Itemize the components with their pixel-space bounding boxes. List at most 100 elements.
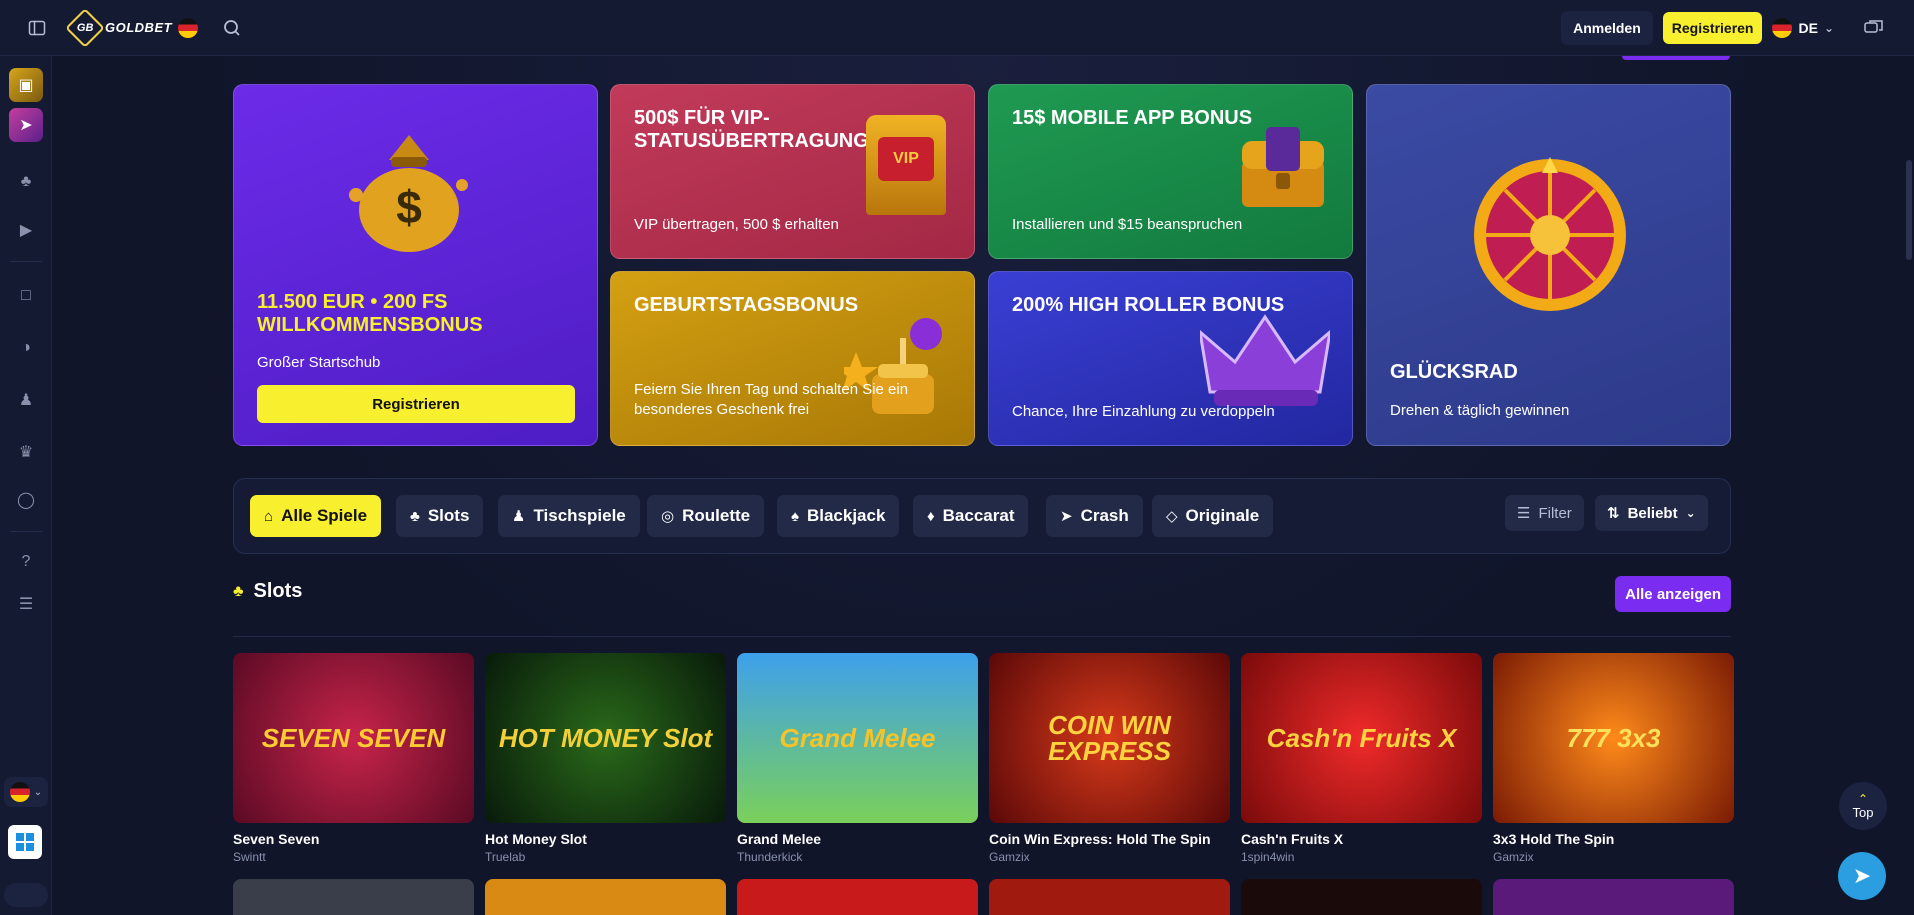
promo-welcome[interactable]: $ 11.500 EUR • 200 FS WILLKOMMENSBONUS G… [233, 84, 598, 446]
game-name: 3x3 Hold The Spin [1493, 831, 1615, 847]
game-card-partial[interactable] [737, 879, 978, 915]
top-strip [1622, 56, 1730, 60]
game-card-partial[interactable] [485, 879, 726, 915]
tab-originale[interactable]: ◇ Originale [1152, 495, 1274, 537]
tab-slots[interactable]: ♣ Slots [396, 495, 484, 537]
game-provider: Thunderkick [737, 850, 803, 864]
sidebar-divider [10, 531, 42, 532]
chevron-down-icon: ⌄ [1823, 21, 1834, 35]
germany-flag-icon [1772, 18, 1793, 38]
login-button[interactable]: Anmelden [1561, 11, 1653, 45]
game-thumbnail[interactable]: 777 3x3 [1493, 653, 1734, 823]
sidebar-item-tournaments[interactable]: ♟ [6, 382, 46, 418]
germany-flag-icon [178, 17, 199, 38]
tab-baccarat[interactable]: ♦ Baccarat [913, 495, 1029, 537]
sidebar-divider [10, 261, 42, 262]
section-title: ♣ Slots [233, 580, 302, 603]
sort-icon: ⇅ [1607, 505, 1620, 522]
treasure-icon: ▣ [18, 77, 34, 94]
promo-subtitle: Chance, Ihre Einzahlung zu verdoppeln [1012, 403, 1275, 420]
trophy-icon: ♟ [18, 392, 34, 409]
game-card-partial[interactable] [989, 879, 1230, 915]
show-all-button[interactable]: Alle anzeigen [1615, 576, 1731, 612]
language-selector[interactable]: DE ⌄ [1772, 18, 1834, 38]
section-title-text: Slots [253, 580, 303, 602]
game-thumbnail[interactable]: Grand Melee [737, 653, 978, 823]
crown-icon: ♛ [18, 444, 34, 461]
promo-wheel[interactable]: GLÜCKSRAD Drehen & täglich gewinnen [1366, 84, 1731, 446]
tab-roulette[interactable]: ◎ Roulette [647, 495, 765, 537]
sidebar-thumb-gift[interactable]: ▣ [9, 68, 43, 102]
sort-dropdown[interactable]: ⇅ Beliebt ⌄ [1595, 495, 1708, 531]
scroll-top-button[interactable]: ⌃ Top [1839, 782, 1887, 830]
tab-tischspiele[interactable]: ♟ Tischspiele [498, 495, 640, 537]
sort-label: Beliebt [1627, 504, 1678, 522]
sidebar-item-games[interactable]: ◑ [6, 330, 46, 366]
logo-mark-icon: GB [65, 7, 105, 48]
sidebar-language-selector[interactable]: ⌄ [4, 777, 48, 807]
game-card-partial[interactable] [1241, 879, 1482, 915]
game-card-partial[interactable] [233, 879, 474, 915]
diamond-icon: ◇ [1166, 508, 1178, 525]
promo-subtitle: Großer Startschub [257, 354, 381, 371]
sidebar-item-live[interactable]: ▶ [6, 212, 46, 248]
language-code: DE [1798, 20, 1818, 36]
game-thumbnail[interactable]: COIN WIN EXPRESS [989, 653, 1230, 823]
game-card-partial[interactable] [1493, 879, 1734, 915]
tab-label: Originale [1185, 506, 1260, 525]
logo[interactable]: GB GOLDBET [65, 7, 199, 48]
search-icon[interactable] [212, 8, 252, 48]
game-card[interactable]: Grand Melee Grand Melee Thunderkick [737, 653, 978, 864]
game-card[interactable]: COIN WIN EXPRESS Coin Win Express: Hold … [989, 653, 1230, 864]
sidebar-item-help[interactable]: ? [6, 544, 46, 580]
tab-label: Tischspiele [533, 506, 626, 525]
telegram-icon: ➤ [1852, 863, 1872, 888]
promo-vip[interactable]: 500$ FÜR VIP-STATUSÜBERTRAGUNG VIP VIP ü… [610, 84, 975, 259]
promo-high-roller[interactable]: 200% HIGH ROLLER BONUS Chance, Ihre Einz… [988, 271, 1353, 446]
vip-badge: VIP [878, 137, 934, 181]
game-card[interactable]: SEVEN SEVEN Seven Seven Swintt [233, 653, 474, 864]
game-card[interactable]: HOT MONEY Slot Hot Money Slot Truelab [485, 653, 726, 864]
register-button[interactable]: Registrieren [1662, 12, 1763, 44]
sidebar-item-list[interactable]: ☰ [6, 586, 46, 622]
logo-text: GOLDBET [105, 20, 173, 35]
tab-label: Alle Spiele [281, 506, 368, 525]
windows-app-button[interactable] [8, 825, 42, 859]
scrollbar[interactable] [1906, 160, 1912, 260]
top-label: Top [1852, 804, 1874, 820]
game-name: Grand Melee [737, 831, 822, 847]
tab-alle-spiele[interactable]: ⌂ Alle Spiele [250, 495, 382, 537]
promo-mobile-app[interactable]: 15$ MOBILE APP BONUS Installieren und $1… [988, 84, 1353, 259]
chevron-down-icon: ⌄ [33, 786, 43, 798]
telegram-button[interactable]: ➤ [1838, 852, 1886, 900]
chat-icon[interactable] [1854, 8, 1894, 48]
game-provider: Gamzix [989, 850, 1030, 864]
game-thumbnail[interactable]: Cash'n Fruits X [1241, 653, 1482, 823]
game-thumbnail[interactable]: HOT MONEY Slot [485, 653, 726, 823]
sidebar-item-promotions[interactable]: □ [6, 278, 46, 314]
sidebar-item-vip[interactable]: ♛ [6, 434, 46, 470]
sidebar-toggle-icon[interactable] [17, 8, 57, 48]
list-icon: ☰ [18, 596, 34, 613]
headset-icon: ◯ [17, 492, 35, 509]
filter-button[interactable]: ☰ Filter [1505, 495, 1584, 531]
home-icon: ⌂ [264, 507, 274, 525]
roulette-icon: ◎ [661, 508, 675, 525]
promo-register-button[interactable]: Registrieren [257, 385, 575, 423]
money-bag-icon: $ [344, 115, 474, 255]
tab-blackjack[interactable]: ♠ Blackjack [777, 495, 900, 537]
promo-subtitle: Drehen & täglich gewinnen [1390, 402, 1570, 419]
cards-icon: ♠ [791, 507, 799, 525]
sidebar-item-slots[interactable]: ♣ [6, 164, 46, 200]
game-card[interactable]: Cash'n Fruits X Cash'n Fruits X 1spin4wi… [1241, 653, 1482, 864]
game-thumbnail[interactable]: SEVEN SEVEN [233, 653, 474, 823]
sidebar-item-support[interactable]: ◯ [6, 482, 46, 518]
sidebar-thumb-rocket[interactable]: ➤ [9, 108, 43, 142]
game-name: Seven Seven [233, 831, 320, 847]
chevron-down-icon: ⌄ [1685, 506, 1696, 520]
promo-birthday[interactable]: GEBURTSTAGSBONUS Feiern Sie Ihren Tag un… [610, 271, 975, 446]
tab-crash[interactable]: ➤ Crash [1046, 495, 1143, 537]
theme-toggle[interactable] [4, 883, 48, 907]
tab-label: Baccarat [942, 506, 1015, 525]
game-card[interactable]: 777 3x3 3x3 Hold The Spin Gamzix [1493, 653, 1734, 864]
